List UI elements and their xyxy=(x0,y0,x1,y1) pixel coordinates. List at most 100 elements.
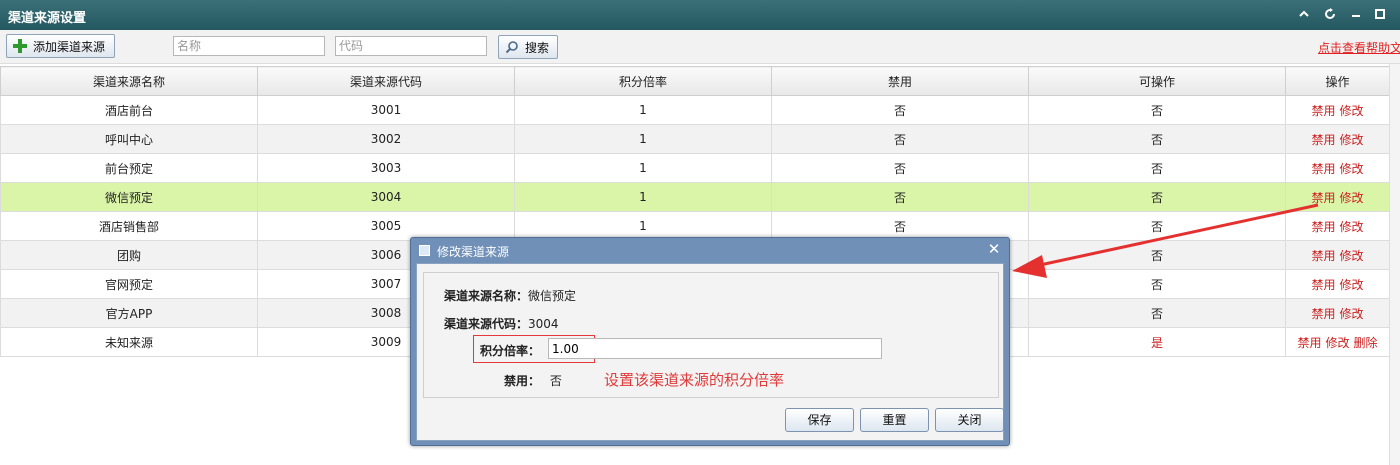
minimize-icon[interactable] xyxy=(1349,8,1363,22)
cell-name: 微信预定 xyxy=(0,182,258,212)
disable-link[interactable]: 禁用 xyxy=(1311,249,1335,263)
edit-link[interactable]: 修改 xyxy=(1340,249,1364,263)
cell-operable: 是 xyxy=(1028,327,1286,357)
toolbar: 添加渠道来源 搜索 点击查看帮助文 xyxy=(0,30,1400,64)
cell-disabled: 否 xyxy=(771,95,1029,125)
refresh-icon[interactable] xyxy=(1323,8,1337,22)
window-titlebar: 渠道来源设置 xyxy=(0,0,1400,30)
form-panel: 渠道来源名称：微信预定 渠道来源代码：3004 积分倍率： 禁用： 否 设置该渠… xyxy=(423,272,999,398)
cell-rate: 1 xyxy=(514,182,772,212)
cell-code: 3001 xyxy=(257,95,515,125)
code-search-input[interactable] xyxy=(335,36,487,56)
rate-row: 积分倍率： xyxy=(480,342,540,359)
cell-name: 酒店销售部 xyxy=(0,211,258,241)
search-icon xyxy=(505,41,518,54)
close-icon[interactable]: ✕ xyxy=(985,240,1003,258)
add-channel-label: 添加渠道来源 xyxy=(33,39,106,54)
edit-link[interactable]: 修改 xyxy=(1340,191,1364,205)
collapse-icon[interactable] xyxy=(1297,8,1311,22)
cell-name: 官方APP xyxy=(0,298,258,328)
disable-link[interactable]: 禁用 xyxy=(1311,104,1335,118)
cell-operable: 否 xyxy=(1028,298,1286,328)
col-header-operable[interactable]: 可操作 xyxy=(1028,66,1286,96)
edit-link[interactable]: 修改 xyxy=(1340,307,1364,321)
cell-name: 团购 xyxy=(0,240,258,270)
maximize-icon[interactable] xyxy=(1373,8,1387,22)
vertical-scrollbar[interactable] xyxy=(1389,64,1400,465)
col-header-name[interactable]: 渠道来源名称 xyxy=(0,66,258,96)
cell-name: 酒店前台 xyxy=(0,95,258,125)
dialog-body: 渠道来源名称：微信预定 渠道来源代码：3004 积分倍率： 禁用： 否 设置该渠… xyxy=(416,263,1004,441)
save-button[interactable]: 保存 xyxy=(785,408,854,432)
help-link[interactable]: 点击查看帮助文 xyxy=(1318,39,1400,56)
dialog-titlebar[interactable]: 修改渠道来源 ✕ xyxy=(411,238,1009,262)
add-channel-button[interactable]: 添加渠道来源 xyxy=(6,34,115,58)
name-row: 渠道来源名称：微信预定 xyxy=(444,287,576,304)
cell-actions: 禁用 修改 xyxy=(1285,182,1390,212)
disable-link[interactable]: 禁用 xyxy=(1311,220,1335,234)
cell-operable: 否 xyxy=(1028,211,1286,241)
cell-operable: 否 xyxy=(1028,269,1286,299)
table-header-row: 渠道来源名称 渠道来源代码 积分倍率 禁用 可操作 操作 xyxy=(0,66,1390,96)
disable-link[interactable]: 禁用 xyxy=(1311,191,1335,205)
disable-link[interactable]: 禁用 xyxy=(1311,133,1335,147)
rate-label: 积分倍率： xyxy=(480,344,541,358)
cell-actions: 禁用 修改 xyxy=(1285,153,1390,183)
table-row-selected[interactable]: 微信预定 3004 1 否 否 禁用 修改 xyxy=(0,182,1390,212)
cell-actions: 禁用 修改 xyxy=(1285,240,1390,270)
disable-link[interactable]: 禁用 xyxy=(1311,278,1335,292)
edit-link[interactable]: 修改 xyxy=(1340,278,1364,292)
disabled-label: 禁用： xyxy=(504,374,541,388)
edit-link[interactable]: 修改 xyxy=(1325,336,1349,350)
table-row[interactable]: 呼叫中心 3002 1 否 否 禁用 修改 xyxy=(0,124,1390,154)
window-title: 渠道来源设置 xyxy=(8,11,87,26)
edit-link[interactable]: 修改 xyxy=(1340,162,1364,176)
cell-name: 官网预定 xyxy=(0,269,258,299)
delete-link[interactable]: 删除 xyxy=(1354,336,1378,350)
cell-name: 前台预定 xyxy=(0,153,258,183)
disable-link[interactable]: 禁用 xyxy=(1311,307,1335,321)
cell-actions: 禁用 修改 xyxy=(1285,95,1390,125)
cell-actions: 禁用 修改 xyxy=(1285,269,1390,299)
cell-disabled: 否 xyxy=(771,182,1029,212)
search-button[interactable]: 搜索 xyxy=(498,35,558,59)
cell-code: 3002 xyxy=(257,124,515,154)
close-button[interactable]: 关闭 xyxy=(935,408,1004,432)
cell-operable: 否 xyxy=(1028,182,1286,212)
rate-input[interactable] xyxy=(548,338,882,359)
col-header-actions[interactable]: 操作 xyxy=(1285,66,1390,96)
cell-name: 呼叫中心 xyxy=(0,124,258,154)
cell-code: 3003 xyxy=(257,153,515,183)
col-header-code[interactable]: 渠道来源代码 xyxy=(257,66,515,96)
cell-operable: 否 xyxy=(1028,95,1286,125)
annotation-text: 设置该渠道来源的积分倍率 xyxy=(604,371,785,389)
table-row[interactable]: 酒店前台 3001 1 否 否 禁用 修改 xyxy=(0,95,1390,125)
cell-actions: 禁用 修改 删除 xyxy=(1285,327,1390,357)
cell-name: 未知来源 xyxy=(0,327,258,357)
disable-link[interactable]: 禁用 xyxy=(1297,336,1321,350)
edit-link[interactable]: 修改 xyxy=(1340,133,1364,147)
name-label: 渠道来源名称： xyxy=(444,289,529,303)
disable-link[interactable]: 禁用 xyxy=(1311,162,1335,176)
cell-rate: 1 xyxy=(514,95,772,125)
name-search-input[interactable] xyxy=(173,36,325,56)
cell-disabled: 否 xyxy=(771,153,1029,183)
col-header-disabled[interactable]: 禁用 xyxy=(771,66,1029,96)
cell-disabled: 否 xyxy=(771,124,1029,154)
edit-link[interactable]: 修改 xyxy=(1340,220,1364,234)
col-header-rate[interactable]: 积分倍率 xyxy=(514,66,772,96)
code-row: 渠道来源代码：3004 xyxy=(444,315,559,332)
cell-rate: 1 xyxy=(514,124,772,154)
code-label: 渠道来源代码： xyxy=(444,317,529,331)
edit-link[interactable]: 修改 xyxy=(1340,104,1364,118)
disabled-value: 否 xyxy=(549,374,562,388)
edit-channel-dialog: 修改渠道来源 ✕ 渠道来源名称：微信预定 渠道来源代码：3004 积分倍率： 禁… xyxy=(410,237,1010,446)
table-row[interactable]: 前台预定 3003 1 否 否 禁用 修改 xyxy=(0,153,1390,183)
reset-button[interactable]: 重置 xyxy=(860,408,929,432)
disabled-row: 禁用： 否 xyxy=(504,372,562,389)
cell-operable: 否 xyxy=(1028,124,1286,154)
cell-actions: 禁用 修改 xyxy=(1285,124,1390,154)
window-icon xyxy=(419,245,430,256)
cell-actions: 禁用 修改 xyxy=(1285,211,1390,241)
cell-actions: 禁用 修改 xyxy=(1285,298,1390,328)
